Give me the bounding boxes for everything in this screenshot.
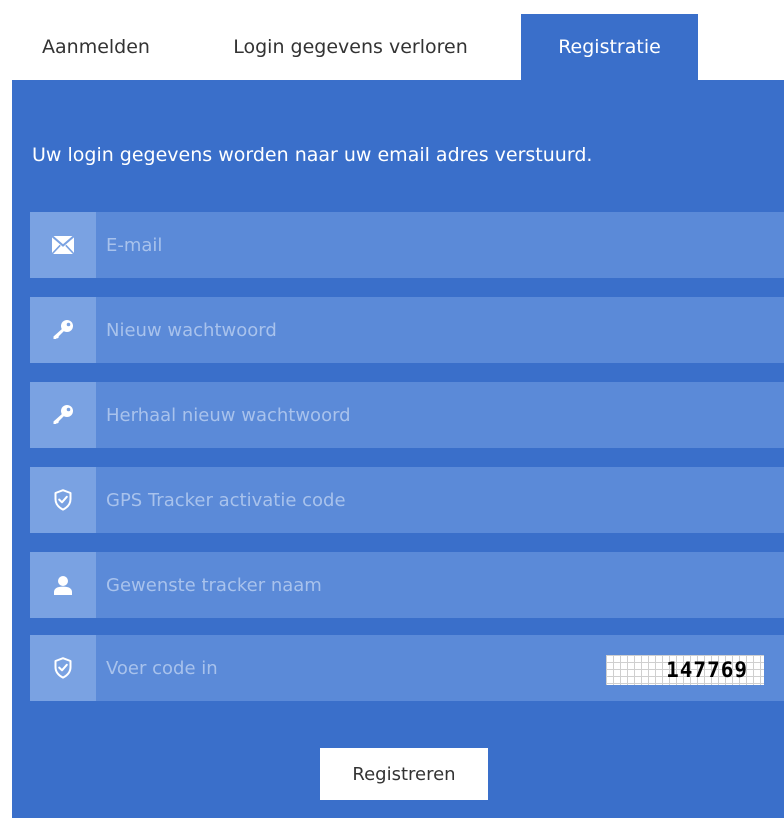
captcha-image: 147769 <box>606 655 764 685</box>
shield-check-icon <box>30 467 96 533</box>
email-field-group <box>30 212 784 278</box>
registration-panel: Uw login gegevens worden naar uw email a… <box>12 80 784 818</box>
user-icon <box>30 552 96 618</box>
activation-code-field-group <box>30 467 784 533</box>
captcha-code: 147769 <box>666 658 748 682</box>
captcha-field-group: 147769 <box>30 635 784 701</box>
email-input[interactable] <box>96 212 656 278</box>
tab-registratie[interactable]: Registratie <box>521 14 698 80</box>
tracker-name-input[interactable] <box>96 552 656 618</box>
tracker-name-field-group <box>30 552 784 618</box>
intro-text: Uw login gegevens worden naar uw email a… <box>32 144 593 166</box>
new-password-input[interactable] <box>96 297 656 363</box>
register-button[interactable]: Registreren <box>320 748 488 800</box>
envelope-icon <box>30 212 96 278</box>
new-password-field-group <box>30 297 784 363</box>
tab-login-gegevens-verloren[interactable]: Login gegevens verloren <box>180 14 521 80</box>
activation-code-input[interactable] <box>96 467 656 533</box>
shield-check-icon <box>30 635 96 701</box>
repeat-password-field-group <box>30 382 784 448</box>
captcha-input[interactable] <box>96 635 656 701</box>
tab-aanmelden[interactable]: Aanmelden <box>12 14 180 80</box>
repeat-password-input[interactable] <box>96 382 656 448</box>
tab-bar: Aanmelden Login gegevens verloren Regist… <box>12 14 698 80</box>
key-icon <box>30 297 96 363</box>
key-icon <box>30 382 96 448</box>
